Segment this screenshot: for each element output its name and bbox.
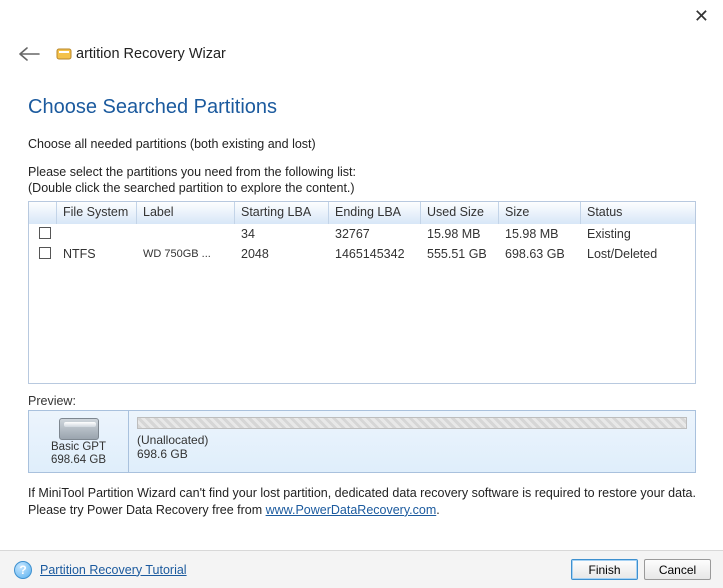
cell-starting-lba: 2048 bbox=[235, 246, 329, 262]
row-checkbox[interactable] bbox=[39, 247, 51, 259]
cell-used-size: 15.98 MB bbox=[421, 226, 499, 242]
window-title: artition Recovery Wizar bbox=[56, 46, 226, 62]
page-heading: Choose Searched Partitions bbox=[28, 96, 701, 119]
finish-button[interactable]: Finish bbox=[571, 559, 638, 580]
recovery-note: If MiniTool Partition Wizard can't find … bbox=[28, 485, 696, 519]
column-file-system[interactable]: File System bbox=[57, 202, 137, 224]
partition-table: File System Label Starting LBA Ending LB… bbox=[28, 201, 696, 384]
cancel-button[interactable]: Cancel bbox=[644, 559, 711, 580]
cell-file-system bbox=[57, 233, 137, 235]
help-icon[interactable]: ? bbox=[14, 561, 32, 579]
note-text-2: . bbox=[436, 503, 439, 517]
table-row[interactable]: NTFS WD 750GB ... 2048 1465145342 555.51… bbox=[29, 244, 695, 264]
column-checkbox[interactable] bbox=[29, 202, 57, 224]
cell-starting-lba: 34 bbox=[235, 226, 329, 242]
cell-size: 698.63 GB bbox=[499, 246, 581, 262]
app-icon bbox=[56, 46, 72, 62]
row-checkbox[interactable] bbox=[39, 227, 51, 239]
cell-status: Lost/Deleted bbox=[581, 246, 695, 262]
cell-status: Existing bbox=[581, 226, 695, 242]
instruction-line-1: Please select the partitions you need fr… bbox=[28, 165, 701, 179]
cell-ending-lba: 1465145342 bbox=[329, 246, 421, 262]
window-title-text: artition Recovery Wizar bbox=[76, 46, 226, 62]
cell-ending-lba: 32767 bbox=[329, 226, 421, 242]
instruction-main: Choose all needed partitions (both exist… bbox=[28, 137, 701, 151]
cell-used-size: 555.51 GB bbox=[421, 246, 499, 262]
segment-size: 698.6 GB bbox=[137, 447, 687, 461]
allocation-segment[interactable]: (Unallocated) 698.6 GB bbox=[129, 411, 695, 472]
cell-label: WD 750GB ... bbox=[137, 247, 235, 261]
disk-icon bbox=[59, 418, 99, 440]
power-data-recovery-link[interactable]: www.PowerDataRecovery.com bbox=[266, 503, 437, 517]
column-size[interactable]: Size bbox=[499, 202, 581, 224]
table-row[interactable]: 34 32767 15.98 MB 15.98 MB Existing bbox=[29, 224, 695, 244]
cell-size: 15.98 MB bbox=[499, 226, 581, 242]
instruction-line-2: (Double click the searched partition to … bbox=[28, 181, 701, 195]
cell-file-system: NTFS bbox=[57, 246, 137, 262]
preview-box: Basic GPT 698.64 GB (Unallocated) 698.6 … bbox=[28, 410, 696, 473]
back-arrow-icon[interactable] bbox=[18, 47, 40, 61]
preview-label: Preview: bbox=[28, 394, 701, 408]
disk-type: Basic GPT bbox=[51, 441, 106, 453]
allocation-bar bbox=[137, 417, 687, 429]
column-starting-lba[interactable]: Starting LBA bbox=[235, 202, 329, 224]
segment-name: (Unallocated) bbox=[137, 433, 687, 447]
column-label[interactable]: Label bbox=[137, 202, 235, 224]
close-icon[interactable]: ✕ bbox=[694, 6, 709, 27]
tutorial-link[interactable]: Partition Recovery Tutorial bbox=[40, 563, 187, 577]
table-header-row: File System Label Starting LBA Ending LB… bbox=[29, 202, 695, 224]
disk-info[interactable]: Basic GPT 698.64 GB bbox=[29, 411, 129, 472]
disk-size: 698.64 GB bbox=[51, 454, 106, 466]
column-used-size[interactable]: Used Size bbox=[421, 202, 499, 224]
column-ending-lba[interactable]: Ending LBA bbox=[329, 202, 421, 224]
cell-label bbox=[137, 233, 235, 235]
column-status[interactable]: Status bbox=[581, 202, 695, 224]
